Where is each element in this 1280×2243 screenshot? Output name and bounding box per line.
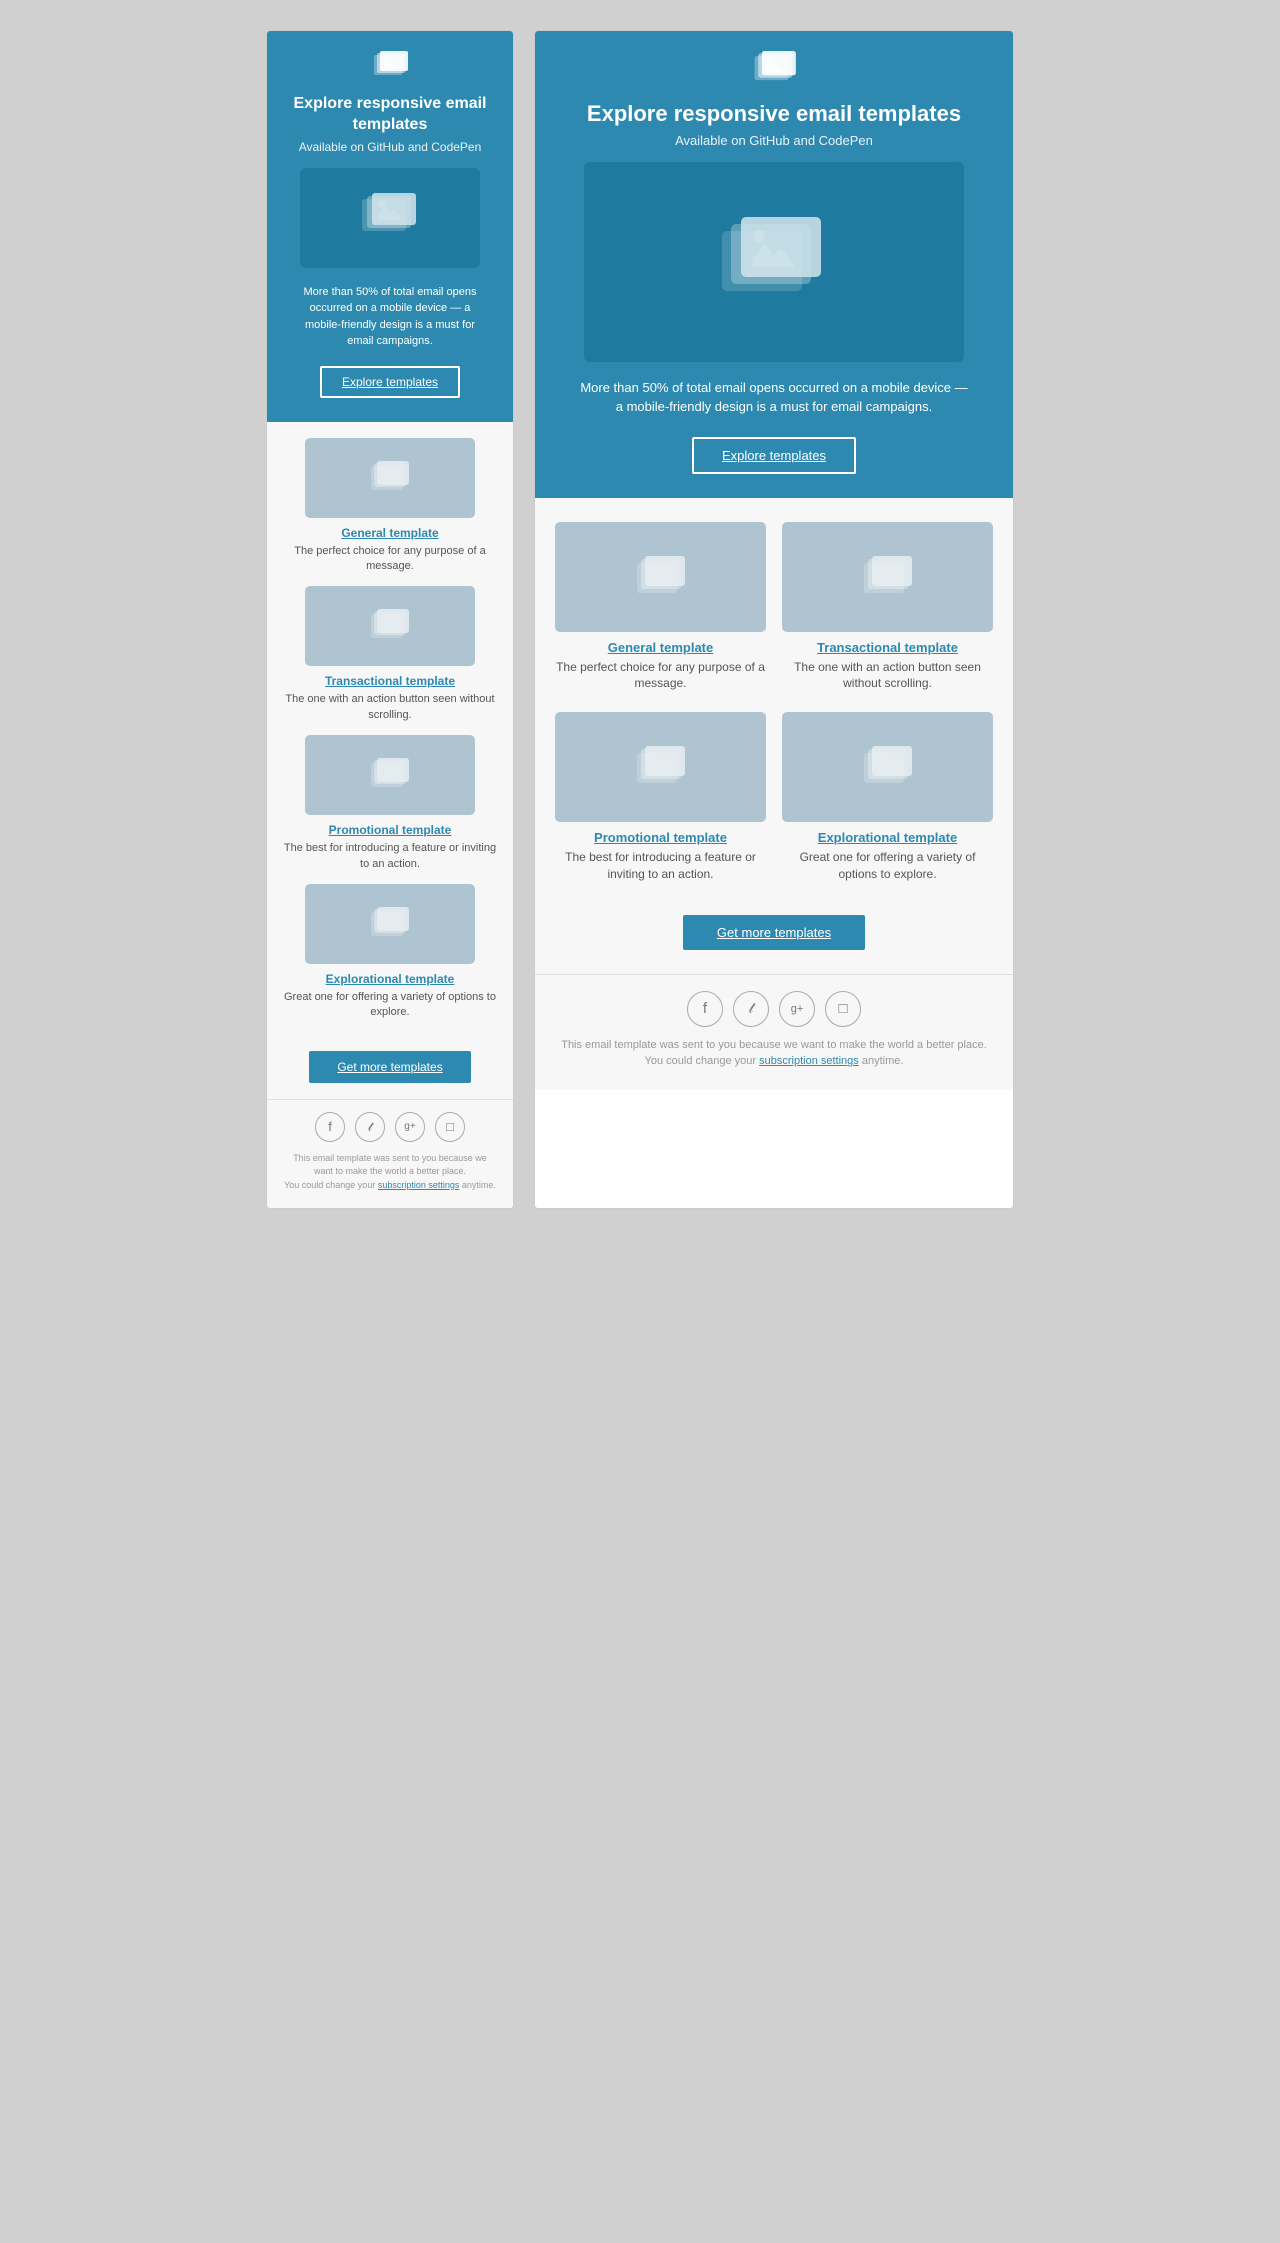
wide-facebook-icon[interactable]: f xyxy=(687,991,723,1027)
wide-email-card: Explore responsive email templates Avail… xyxy=(534,30,1014,1209)
narrow-thumb-explorational xyxy=(305,884,475,964)
narrow-template-explorational: Explorational template Great one for off… xyxy=(283,884,497,1021)
narrow-hero-image xyxy=(300,168,480,268)
wide-templates-grid: General template The perfect choice for … xyxy=(555,522,993,883)
wide-template-transactional: Transactional template The one with an a… xyxy=(782,522,993,693)
hero-icon-wide xyxy=(555,51,993,90)
narrow-templates-grid: General template The perfect choice for … xyxy=(283,438,497,1021)
narrow-template-transactional: Transactional template The one with an a… xyxy=(283,586,497,723)
narrow-thumb-transactional xyxy=(305,586,475,666)
wide-template-promotional: Promotional template The best for introd… xyxy=(555,712,766,883)
narrow-email-card: Explore responsive email templates Avail… xyxy=(266,30,514,1209)
narrow-explore-button[interactable]: Explore templates xyxy=(320,366,460,398)
wide-hero: Explore responsive email templates Avail… xyxy=(535,31,1013,498)
narrow-get-more-section: Get more templates xyxy=(267,1037,513,1099)
wide-promotional-name[interactable]: Promotional template xyxy=(555,830,766,845)
wide-thumb-promotional xyxy=(555,712,766,822)
wide-general-desc: The perfect choice for any purpose of a … xyxy=(555,659,766,693)
narrow-googleplus-icon[interactable]: g+ xyxy=(395,1112,425,1142)
wide-subscription-link[interactable]: subscription settings xyxy=(759,1055,859,1067)
wide-thumb-explorational xyxy=(782,712,993,822)
narrow-promotional-desc: The best for introducing a feature or in… xyxy=(283,841,497,872)
hero-icon-narrow xyxy=(287,51,493,84)
narrow-template-promotional: Promotional template The best for introd… xyxy=(283,735,497,872)
wide-transactional-name[interactable]: Transactional template xyxy=(782,640,993,655)
wide-promotional-desc: The best for introducing a feature or in… xyxy=(555,849,766,883)
narrow-hero: Explore responsive email templates Avail… xyxy=(267,31,513,422)
narrow-facebook-icon[interactable]: f xyxy=(315,1112,345,1142)
narrow-twitter-icon[interactable]: 𝓉 xyxy=(355,1112,385,1142)
narrow-get-more-button[interactable]: Get more templates xyxy=(309,1051,470,1083)
narrow-subscription-link[interactable]: subscription settings xyxy=(378,1180,460,1190)
narrow-social-icons: f 𝓉 g+ □ xyxy=(283,1112,497,1142)
wide-social-icons: f 𝓉 g+ □ xyxy=(555,991,993,1027)
narrow-explorational-desc: Great one for offering a variety of opti… xyxy=(283,990,497,1021)
narrow-hero-title: Explore responsive email templates xyxy=(287,94,493,136)
wide-hero-body: More than 50% of total email opens occur… xyxy=(555,378,993,417)
narrow-general-name[interactable]: General template xyxy=(283,526,497,540)
wide-thumb-transactional xyxy=(782,522,993,632)
narrow-instagram-icon[interactable]: □ xyxy=(435,1112,465,1142)
narrow-hero-body: More than 50% of total email opens occur… xyxy=(287,284,493,350)
wide-hero-subtitle: Available on GitHub and CodePen xyxy=(555,133,993,148)
narrow-thumb-general xyxy=(305,438,475,518)
wide-footer: f 𝓉 g+ □ This email template was sent to… xyxy=(535,974,1013,1090)
narrow-footer: f 𝓉 g+ □ This email template was sent to… xyxy=(267,1099,513,1209)
wide-hero-image xyxy=(584,162,964,362)
narrow-hero-subtitle: Available on GitHub and CodePen xyxy=(287,140,493,154)
wide-twitter-icon[interactable]: 𝓉 xyxy=(733,991,769,1027)
narrow-promotional-name[interactable]: Promotional template xyxy=(283,823,497,837)
narrow-transactional-name[interactable]: Transactional template xyxy=(283,674,497,688)
wide-footer-text: This email template was sent to you beca… xyxy=(555,1037,993,1070)
narrow-templates-section: General template The perfect choice for … xyxy=(267,422,513,1037)
narrow-footer-text: This email template was sent to you beca… xyxy=(283,1152,497,1193)
wide-template-explorational: Explorational template Great one for off… xyxy=(782,712,993,883)
wide-googleplus-icon[interactable]: g+ xyxy=(779,991,815,1027)
wide-explore-button[interactable]: Explore templates xyxy=(692,437,856,474)
wide-instagram-icon[interactable]: □ xyxy=(825,991,861,1027)
wide-explorational-desc: Great one for offering a variety of opti… xyxy=(782,849,993,883)
narrow-transactional-desc: The one with an action button seen witho… xyxy=(283,692,497,723)
narrow-thumb-promotional xyxy=(305,735,475,815)
wide-get-more-button[interactable]: Get more templates xyxy=(683,915,865,950)
narrow-general-desc: The perfect choice for any purpose of a … xyxy=(283,544,497,575)
wide-explorational-name[interactable]: Explorational template xyxy=(782,830,993,845)
narrow-explorational-name[interactable]: Explorational template xyxy=(283,972,497,986)
wide-thumb-general xyxy=(555,522,766,632)
wide-hero-title: Explore responsive email templates xyxy=(555,100,993,129)
narrow-template-general: General template The perfect choice for … xyxy=(283,438,497,575)
wide-transactional-desc: The one with an action button seen witho… xyxy=(782,659,993,693)
wide-template-general: General template The perfect choice for … xyxy=(555,522,766,693)
wide-general-name[interactable]: General template xyxy=(555,640,766,655)
wide-get-more-section: Get more templates xyxy=(535,907,1013,974)
wide-templates-section: General template The perfect choice for … xyxy=(535,498,1013,907)
